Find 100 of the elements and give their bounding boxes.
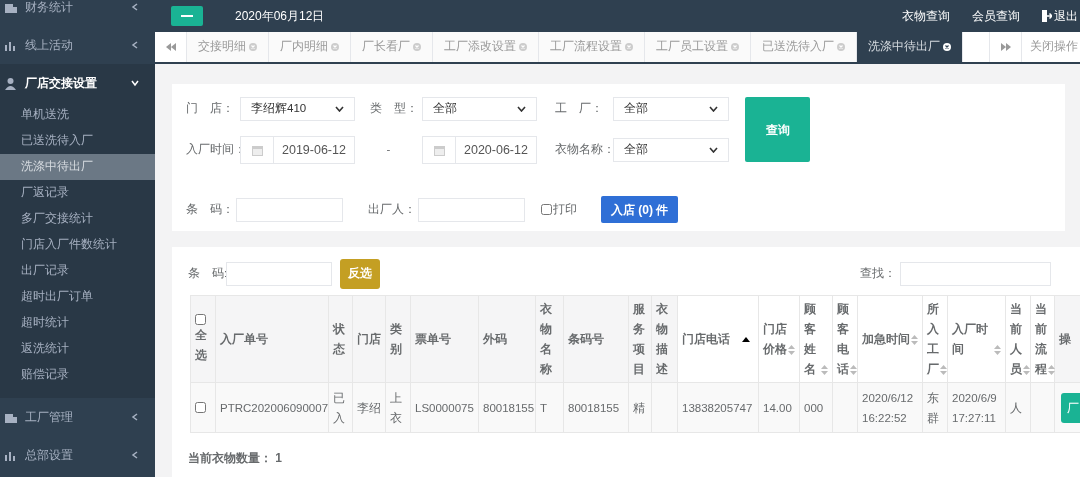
date-field[interactable]: 2020-06-12 — [422, 136, 537, 164]
menu-icon — [181, 14, 193, 18]
chevron-down-icon — [709, 147, 718, 153]
sidebar-group[interactable]: 总部设置 — [0, 436, 155, 474]
table-cell: 14.00 — [763, 401, 792, 414]
table-cell: T — [540, 401, 548, 414]
chevron-left-icon — [131, 413, 139, 421]
chevron-down-icon — [517, 106, 526, 112]
column-header-text: 入厂单号 — [220, 333, 268, 345]
select-field[interactable]: 全部 — [613, 138, 729, 162]
exit-icon — [1042, 10, 1052, 22]
column-header-text: 衣物名称 — [540, 301, 553, 377]
field-label: 类 型： — [370, 102, 418, 115]
sidebar-item[interactable]: 已送洗待入厂 — [0, 128, 155, 154]
input-field[interactable] — [226, 262, 332, 286]
column-header-text: 状态 — [333, 322, 346, 357]
nav-link[interactable]: 衣物查询 — [902, 7, 950, 25]
table-cell: LS0000075 — [415, 401, 474, 414]
sidebar-item[interactable]: 多厂交接统计 — [0, 206, 155, 232]
sidebar-group[interactable]: 财务统计 — [0, 0, 155, 26]
nav-link[interactable]: 会员查询 — [972, 7, 1020, 25]
table-cell: 精 — [633, 401, 645, 414]
sidebar-group[interactable]: 厂店交接设置 — [0, 64, 155, 102]
column-header-text[interactable]: 门店电话 — [682, 329, 730, 349]
field-label: 查找： — [860, 266, 896, 282]
sidebar-item[interactable]: 门店入厂件数统计 — [0, 232, 155, 258]
column-header-text[interactable]: 加急时间 — [862, 329, 910, 349]
chevron-down-icon — [709, 106, 718, 112]
column-header-text: 门店 — [357, 331, 381, 347]
field-label: 出厂人： — [368, 201, 417, 217]
input-field[interactable] — [236, 197, 343, 222]
logout-link[interactable]: 退出 — [1042, 7, 1078, 25]
column-header-text: 类别 — [390, 322, 403, 357]
table-cell: 2020/6/9 17:27:11 — [952, 391, 997, 424]
table-cell: 000 — [804, 401, 824, 414]
close-icon — [625, 43, 633, 51]
double-left-icon — [165, 43, 176, 51]
table-cell: 人 — [1010, 401, 1022, 414]
table-cell: PTRC202006090007 — [220, 401, 328, 414]
close-icon — [519, 43, 527, 51]
tab[interactable]: 已送洗待入厂 — [751, 32, 857, 62]
table-cell: 80018155 — [568, 401, 620, 414]
sidebar-item[interactable]: 单机送洗 — [0, 102, 155, 128]
checkbox-label: 打印 — [553, 201, 577, 217]
field-label: 工 厂： — [555, 102, 603, 115]
sidebar-item[interactable]: 厂返记录 — [0, 180, 155, 206]
close-operations-button[interactable]: 关闭操作 — [1021, 32, 1080, 62]
tab[interactable]: 工厂员工设置 — [645, 32, 751, 62]
field-label: 条 码： — [186, 201, 235, 217]
table-cell: 上衣 — [390, 391, 402, 424]
column-header-text: 衣物描述 — [656, 301, 669, 377]
table-cell: 已入 — [333, 391, 345, 424]
table-cell: 李绍 — [357, 401, 381, 414]
search-field[interactable] — [900, 262, 1051, 286]
select-all-checkbox[interactable] — [195, 313, 206, 325]
column-header-text: 外码 — [483, 333, 507, 345]
select-field[interactable]: 全部 — [613, 97, 729, 121]
sidebar-item[interactable]: 出厂记录 — [0, 258, 155, 284]
tab[interactable]: 洗涤中待出厂 — [857, 32, 963, 62]
sidebar-item[interactable]: 赔偿记录 — [0, 362, 155, 388]
column-header-text: 服务项目 — [633, 302, 646, 377]
input-field[interactable] — [418, 197, 525, 222]
range-separator: - — [386, 142, 391, 158]
print-checkbox[interactable] — [541, 204, 552, 215]
column-header-text: 全选 — [195, 328, 207, 361]
sidebar-item[interactable]: 洗涤中待出厂 — [0, 154, 155, 180]
select-field[interactable]: 全部 — [422, 97, 537, 121]
close-icon — [413, 43, 421, 51]
row-checkbox[interactable] — [195, 402, 206, 413]
column-header-text: 票单号 — [415, 333, 451, 345]
sidebar-item[interactable]: 超时出厂订单 — [0, 284, 155, 310]
date-text: 2020年06月12日 — [235, 8, 325, 25]
table-cell: 80018155 — [483, 401, 535, 414]
tab[interactable]: 工厂流程设置 — [539, 32, 645, 62]
sidebar-group[interactable]: 线上活动 — [0, 26, 155, 64]
double-right-icon — [1000, 43, 1011, 51]
menu-button[interactable] — [171, 6, 203, 26]
field-label: 衣物名称： — [555, 143, 615, 156]
item-count-text: 当前衣物数量： 1 — [188, 450, 283, 467]
sidebar-group[interactable]: 工厂管理 — [0, 398, 155, 436]
table-cell: 2020/6/12 16:22:52 — [862, 391, 914, 424]
in-store-button[interactable]: 入店 (0) 件 — [601, 196, 679, 223]
close-icon — [837, 43, 845, 51]
close-icon — [249, 43, 257, 51]
chevron-left-icon — [131, 451, 139, 459]
calendar-icon — [251, 144, 263, 156]
user-icon — [4, 76, 17, 90]
sidebar-item[interactable]: 超时统计 — [0, 310, 155, 336]
close-icon — [943, 43, 951, 51]
calendar-icon — [433, 144, 445, 156]
column-header-text: 条码号 — [568, 333, 604, 345]
column-header-text: 操 — [1059, 332, 1072, 347]
close-icon — [731, 43, 739, 51]
sidebar-item[interactable]: 返洗统计 — [0, 336, 155, 362]
chevron-left-icon — [131, 41, 139, 49]
select-field[interactable]: 李绍辉410 — [240, 97, 355, 121]
close-icon — [331, 43, 339, 51]
date-field[interactable]: 2019-06-12 — [240, 136, 355, 164]
field-label: 条 码: — [188, 266, 226, 282]
table-cell: 东群 — [927, 391, 939, 424]
